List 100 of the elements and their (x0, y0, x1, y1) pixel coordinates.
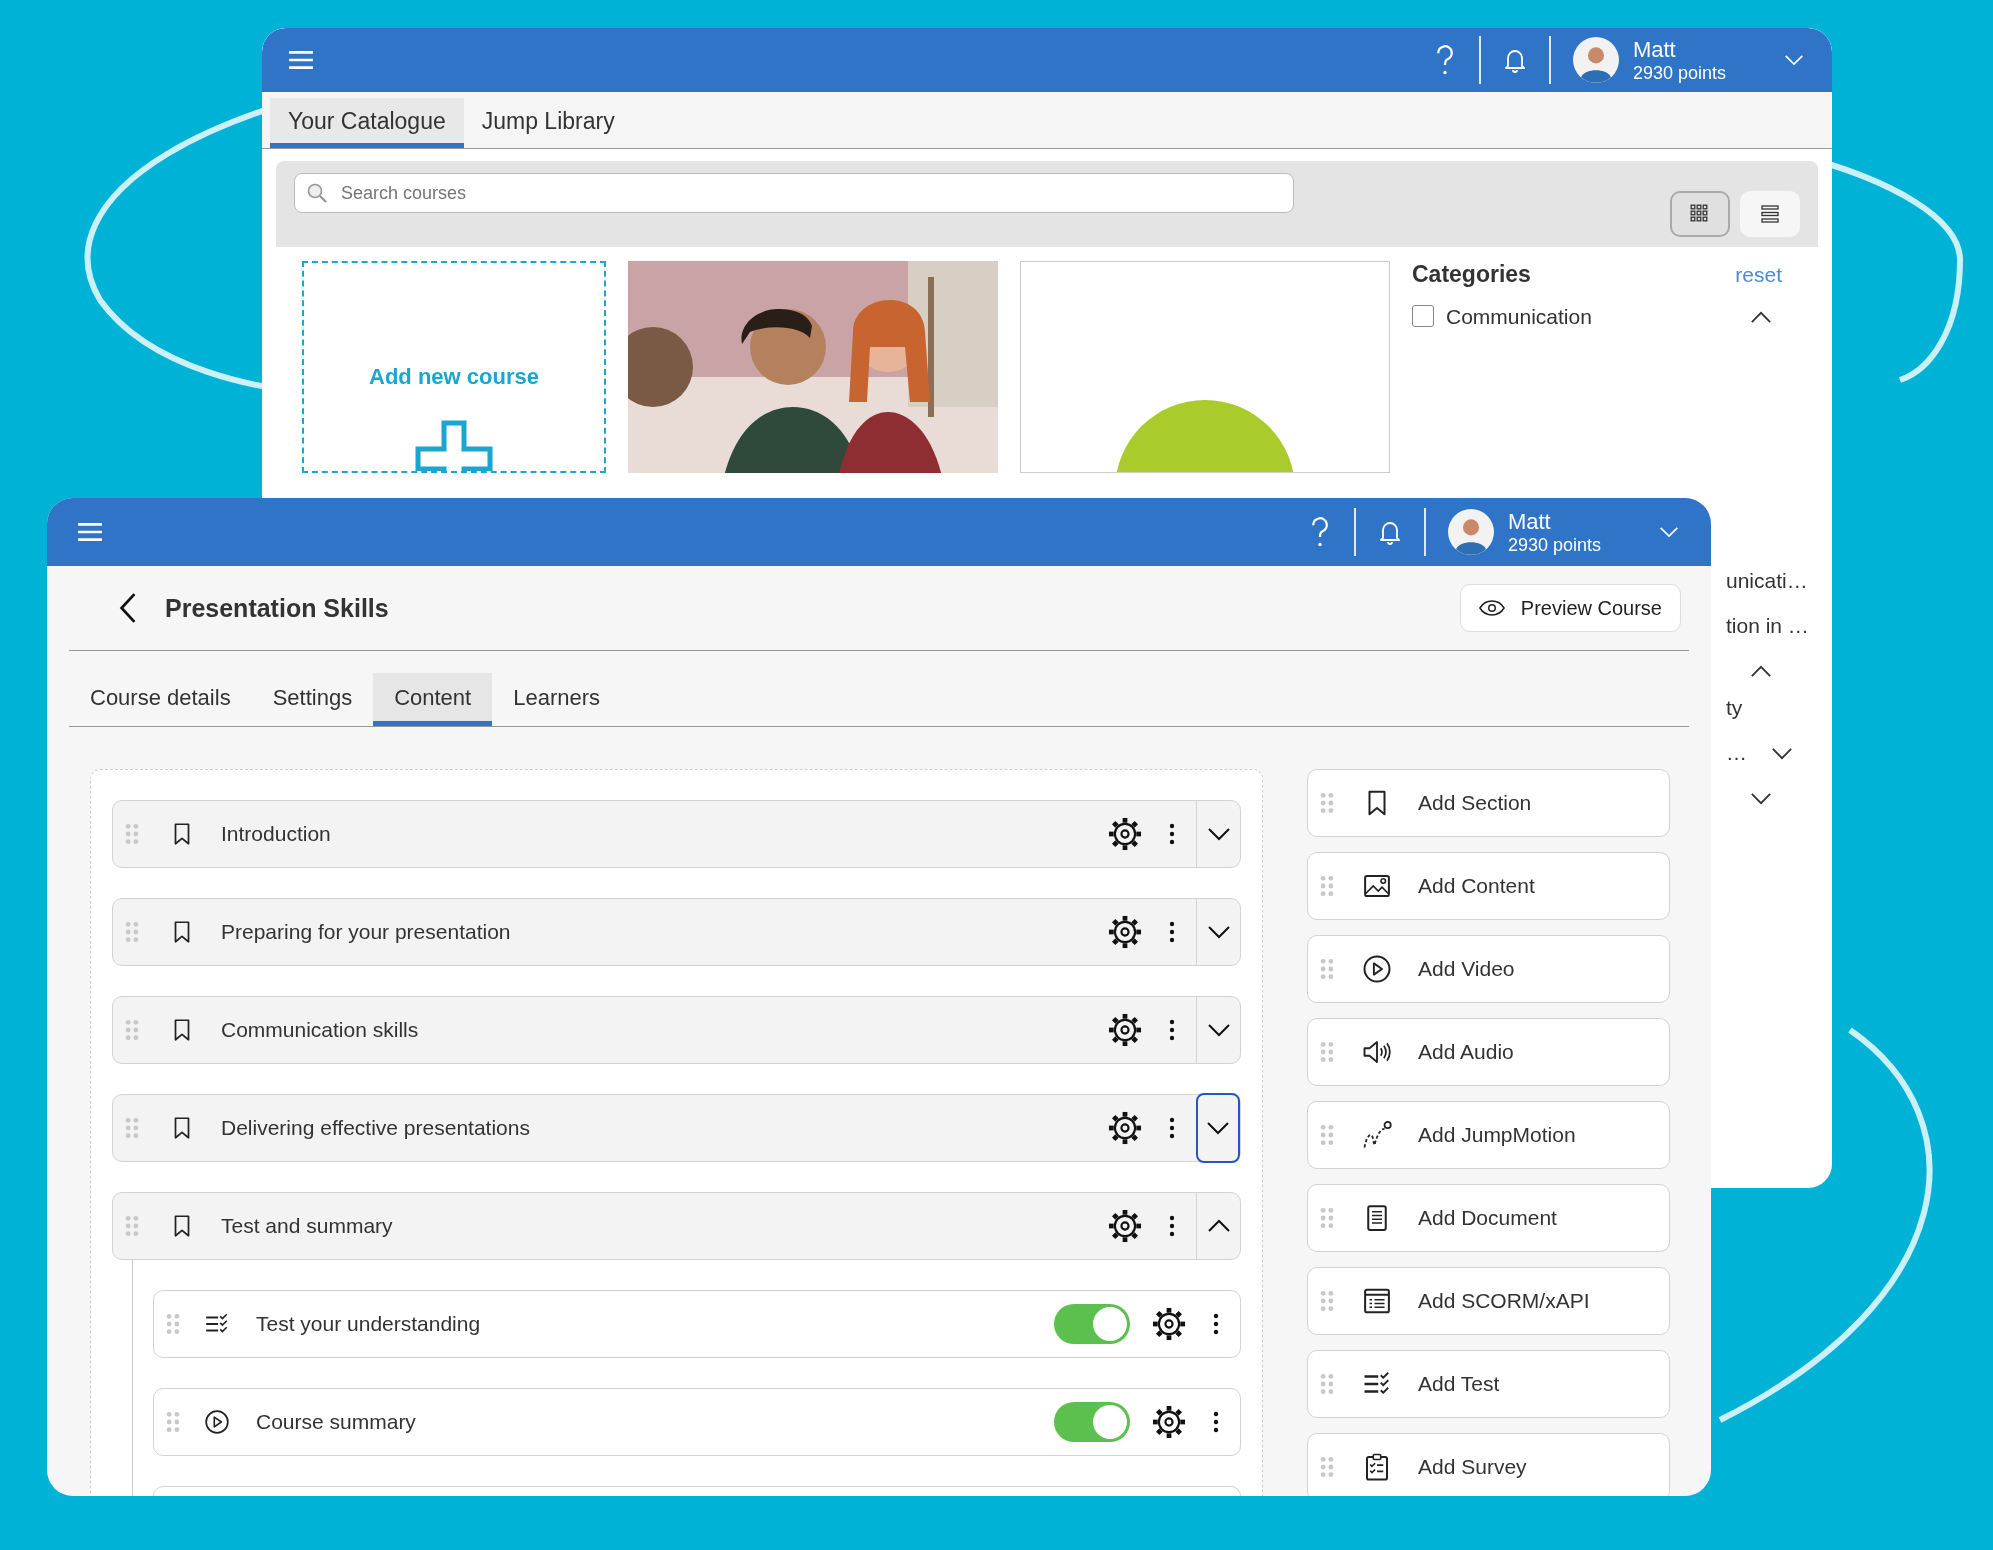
drag-handle-icon[interactable] (125, 823, 139, 845)
more-icon[interactable] (1168, 1214, 1176, 1238)
drag-handle-icon[interactable] (1320, 958, 1334, 980)
divider (1478, 36, 1481, 84)
categories-heading: Categories (1412, 261, 1531, 288)
eye-icon (1478, 599, 1505, 617)
user-name: Matt (1632, 36, 1677, 63)
add-item-button[interactable]: Add Test (1307, 1350, 1670, 1418)
add-item-button[interactable]: Add JumpMotion (1307, 1101, 1670, 1169)
chevron-down-icon[interactable] (1771, 747, 1793, 760)
add-course-label: Add new course (369, 364, 539, 390)
content-title: Course summary (256, 1410, 416, 1434)
search-field[interactable]: Search courses (294, 173, 1294, 213)
settings-icon[interactable] (1150, 1305, 1188, 1343)
more-icon[interactable] (1168, 920, 1176, 944)
avatar-icon[interactable] (1572, 37, 1619, 83)
drag-handle-icon[interactable] (1320, 1373, 1334, 1395)
more-icon[interactable] (1212, 1410, 1220, 1434)
add-item-label: Add JumpMotion (1418, 1123, 1576, 1147)
section-row[interactable]: Introduction (112, 800, 1241, 868)
preview-course-button[interactable]: Preview Course (1459, 584, 1681, 632)
back-icon[interactable] (119, 592, 137, 624)
reset-link[interactable]: reset (1735, 263, 1782, 287)
menu-icon[interactable] (77, 521, 103, 543)
category-label: unicati… (1726, 569, 1808, 593)
chevron-down-icon (1206, 827, 1231, 841)
settings-icon[interactable] (1150, 1403, 1188, 1441)
section-title: Communication skills (221, 1018, 419, 1042)
content-row[interactable]: Course summary (153, 1388, 1241, 1456)
add-item-button[interactable]: Add Document (1307, 1184, 1670, 1252)
drag-handle-icon[interactable] (1320, 1124, 1334, 1146)
add-item-button[interactable]: Add Content (1307, 852, 1670, 920)
settings-icon[interactable] (1106, 1207, 1144, 1245)
tab[interactable]: Learners (492, 673, 622, 726)
drag-handle-icon[interactable] (166, 1411, 180, 1433)
drag-handle-icon[interactable] (1320, 1290, 1334, 1312)
user-points: 2930 points (1632, 62, 1726, 84)
list-view-button[interactable] (1740, 191, 1800, 237)
page-title: Presentation Skills (165, 593, 389, 623)
more-icon[interactable] (1212, 1312, 1220, 1336)
divider (1423, 508, 1426, 556)
chevron-up-icon[interactable] (1750, 665, 1772, 678)
section-row[interactable]: Preparing for your presentation (112, 898, 1241, 966)
add-item-button[interactable]: Add Audio (1307, 1018, 1670, 1086)
plus-icon (415, 420, 493, 471)
section-title: Preparing for your presentation (221, 920, 511, 944)
add-item-button[interactable]: Add SCORM/xAPI (1307, 1267, 1670, 1335)
category-label: ty (1726, 696, 1743, 720)
add-item-button[interactable]: Add Survey (1307, 1433, 1670, 1496)
settings-icon[interactable] (1106, 1011, 1144, 1049)
settings-icon[interactable] (1106, 913, 1144, 951)
drag-handle-icon[interactable] (125, 1215, 139, 1237)
expand-button[interactable] (1196, 1093, 1240, 1163)
drag-handle-icon[interactable] (1320, 792, 1334, 814)
add-item-button[interactable]: Add Section (1307, 769, 1670, 837)
grid-view-button[interactable] (1670, 191, 1730, 237)
add-item-label: Add Test (1418, 1372, 1500, 1396)
chevron-down-icon (1206, 925, 1231, 939)
search-input[interactable]: Search courses (339, 181, 1283, 205)
user-points: 2930 points (1507, 534, 1601, 556)
section-row[interactable]: Delivering effective presentations (112, 1094, 1241, 1162)
avatar-icon[interactable] (1447, 509, 1494, 555)
tab[interactable]: Jump Library (463, 98, 633, 148)
chevron-down-icon[interactable] (1750, 792, 1772, 805)
section-title: Introduction (221, 822, 331, 846)
add-item-label: Add SCORM/xAPI (1418, 1289, 1590, 1313)
drag-handle-icon[interactable] (1320, 1041, 1334, 1063)
more-icon[interactable] (1168, 822, 1176, 846)
section-row[interactable]: Communication skills (112, 996, 1241, 1064)
toggle-switch[interactable] (1054, 1402, 1130, 1442)
add-item-label: Add Video (1418, 957, 1515, 981)
tab[interactable]: Course details (69, 673, 252, 726)
more-icon[interactable] (1168, 1018, 1176, 1042)
category-label: tion in … (1726, 614, 1809, 638)
drag-handle-icon[interactable] (1320, 1456, 1334, 1478)
settings-icon[interactable] (1106, 815, 1144, 853)
settings-icon[interactable] (1106, 1109, 1144, 1147)
tab[interactable]: Content (373, 673, 493, 726)
grid-icon (1690, 204, 1710, 224)
checkbox[interactable] (1412, 305, 1434, 327)
chevron-up-icon[interactable] (1750, 311, 1772, 324)
tab[interactable]: Your Catalogue (270, 98, 464, 148)
drag-handle-icon[interactable] (125, 1117, 139, 1139)
search-icon (305, 181, 329, 205)
drag-handle-icon[interactable] (1320, 875, 1334, 897)
toggle-switch[interactable] (1054, 1304, 1130, 1344)
drag-handle-icon[interactable] (166, 1313, 180, 1335)
play-icon (204, 1409, 230, 1435)
tab[interactable]: Settings (251, 673, 374, 726)
drag-handle-icon[interactable] (1320, 1207, 1334, 1229)
menu-icon[interactable] (288, 49, 314, 71)
play-icon (1362, 954, 1392, 984)
add-item-button[interactable]: Add Video (1307, 935, 1670, 1003)
section-row[interactable]: Test and summary (112, 1192, 1241, 1260)
drag-handle-icon[interactable] (125, 1019, 139, 1041)
more-icon[interactable] (1168, 1116, 1176, 1140)
add-item-label: Add Audio (1418, 1040, 1514, 1064)
add-item-label: Add Survey (1418, 1455, 1527, 1479)
content-row[interactable]: Test your understanding (153, 1290, 1241, 1358)
drag-handle-icon[interactable] (125, 921, 139, 943)
